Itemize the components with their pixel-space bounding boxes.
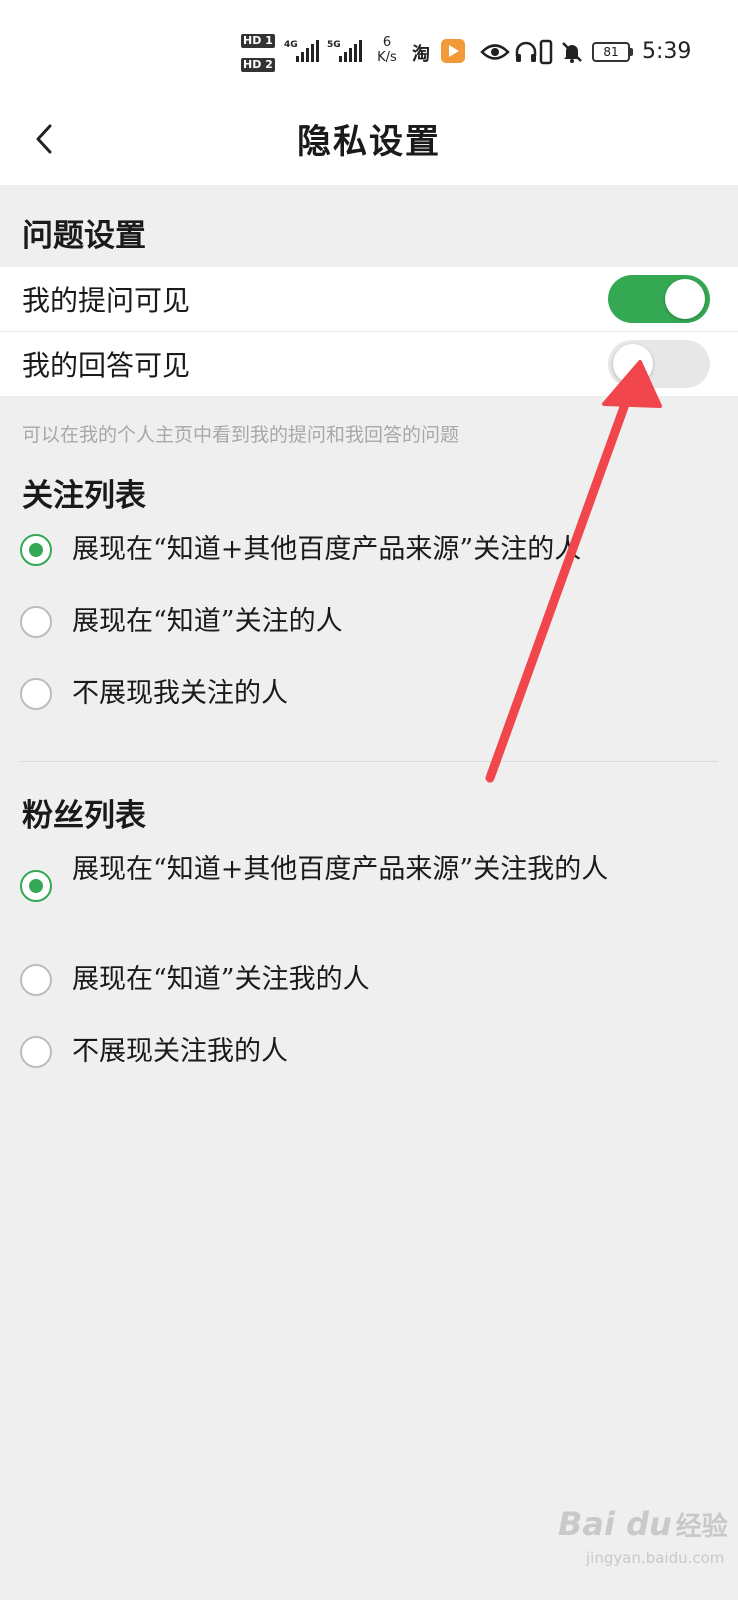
fans-option-zhidao-only[interactable]: 展现在“知道”关注我的人 — [20, 962, 720, 1002]
battery-icon: 81 — [592, 42, 633, 62]
radio-button[interactable] — [20, 678, 52, 710]
toggle-label-questions-visible: 我的提问可见 — [22, 284, 191, 317]
network-speed-value: 6 — [382, 35, 392, 50]
radio-button[interactable] — [20, 1036, 52, 1068]
status-bar: HD 1 HD 2 4G 5G 6 K/s 淘 81 5:39 — [0, 0, 738, 100]
radio-button-checked[interactable] — [20, 870, 52, 902]
fans-option-label: 不展现关注我的人 — [72, 1036, 288, 1067]
switch-knob — [613, 344, 653, 384]
network-speed-unit: K/s — [377, 50, 397, 65]
vibrate-icon — [539, 39, 553, 65]
jingyan-label: 经验 — [675, 1512, 728, 1542]
network-speed: 6 K/s — [372, 35, 402, 65]
follow-option-hidden[interactable]: 不展现我关注的人 — [20, 676, 720, 716]
section-title-follow-list: 关注列表 — [22, 478, 146, 514]
answers-visible-switch[interactable] — [608, 340, 710, 388]
headphones-icon — [515, 41, 537, 62]
section-divider — [20, 761, 718, 762]
follow-option-all-sources[interactable]: 展现在“知道+其他百度产品来源”关注的人 — [20, 532, 720, 572]
follow-option-label: 展现在“知道+其他百度产品来源”关注的人 — [72, 534, 582, 565]
radio-button[interactable] — [20, 606, 52, 638]
radio-button-checked[interactable] — [20, 534, 52, 566]
hd1-badge: HD 1 — [241, 34, 275, 48]
watermark-url: jingyan.baidu.com — [586, 1549, 725, 1567]
baidu-jingyan-watermark: Bai du 经验 jingyan.baidu.com — [558, 1505, 728, 1567]
follow-option-label: 展现在“知道”关注的人 — [72, 606, 343, 637]
top-navigation-bar: 隐私设置 — [0, 100, 738, 185]
visibility-hint-text: 可以在我的个人主页中看到我的提问和我回答的问题 — [22, 424, 460, 446]
hd2-badge: HD 2 — [241, 58, 275, 72]
clock-time: 5:39 — [642, 39, 692, 64]
questions-visible-switch[interactable] — [608, 275, 710, 323]
toggle-row-answers-visible: 我的回答可见 — [0, 331, 738, 396]
baidu-logo: Bai du — [558, 1505, 672, 1543]
fans-option-all-sources[interactable]: 展现在“知道+其他百度产品来源”关注我的人 — [20, 852, 720, 924]
follow-option-label: 不展现我关注的人 — [72, 678, 288, 709]
follow-option-zhidao-only[interactable]: 展现在“知道”关注的人 — [20, 604, 720, 644]
question-visibility-toggles: 我的提问可见 我的回答可见 — [0, 267, 738, 396]
fans-option-label: 展现在“知道+其他百度产品来源”关注我的人 — [72, 854, 609, 885]
radio-button[interactable] — [20, 964, 52, 996]
video-app-icon — [441, 39, 465, 63]
switch-knob — [665, 279, 705, 319]
signal-2-icon — [339, 40, 362, 62]
page-title: 隐私设置 — [297, 122, 441, 162]
taobao-icon: 淘 — [412, 44, 430, 65]
section-title-question-settings: 问题设置 — [22, 218, 146, 254]
eye-icon — [480, 44, 510, 60]
toggle-label-answers-visible: 我的回答可见 — [22, 349, 191, 382]
section-title-fans-list: 粉丝列表 — [22, 798, 146, 834]
signal-1-icon — [296, 40, 319, 62]
toggle-row-questions-visible: 我的提问可见 — [0, 267, 738, 331]
fans-option-label: 展现在“知道”关注我的人 — [72, 964, 370, 995]
bell-off-icon — [562, 42, 582, 63]
fans-option-hidden[interactable]: 不展现关注我的人 — [20, 1034, 720, 1074]
